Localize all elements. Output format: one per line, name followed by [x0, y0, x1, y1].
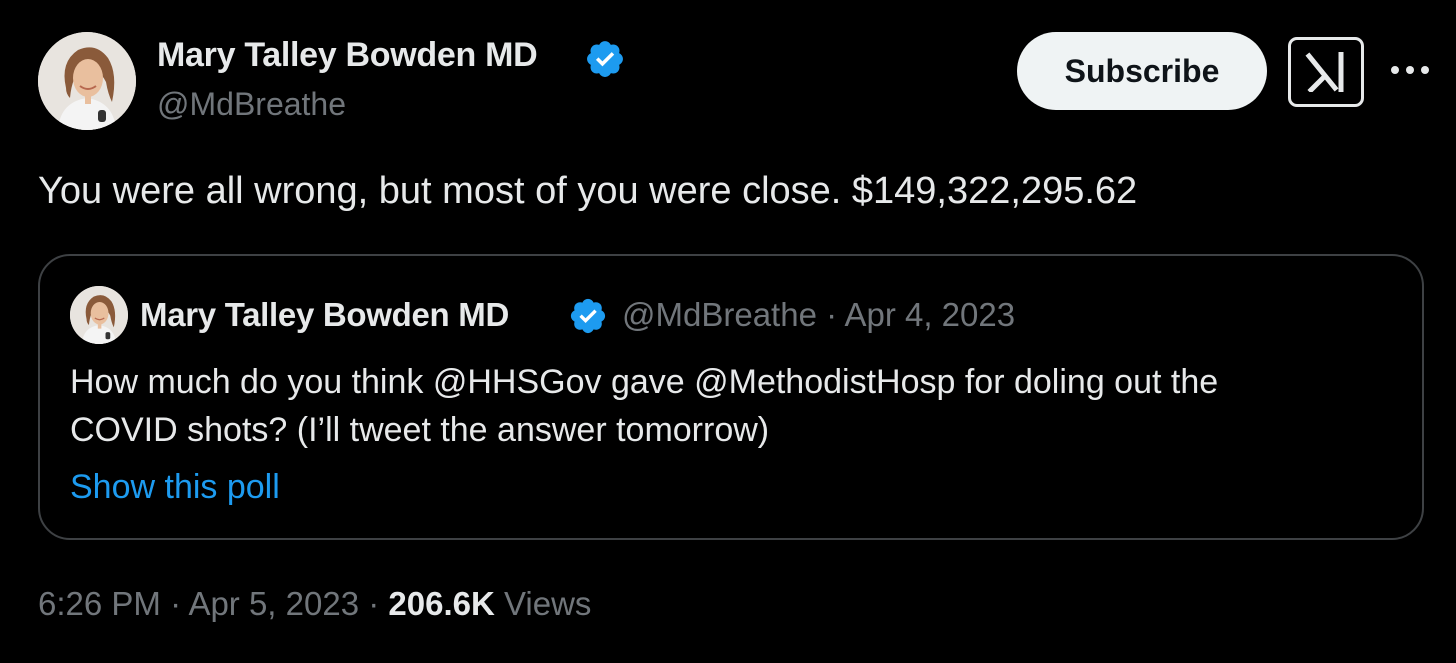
tweet-date[interactable]: Apr 5, 2023	[188, 585, 359, 622]
author-avatar[interactable]	[38, 32, 136, 130]
more-options-icon	[1391, 66, 1429, 74]
quoted-author-handle: @MdBreathe	[622, 296, 817, 333]
author-handle[interactable]: @MdBreathe	[157, 86, 346, 123]
subscribe-button[interactable]: Subscribe	[1017, 32, 1267, 110]
grok-icon	[1305, 52, 1344, 92]
quoted-text-line: How much do you think @HHSGov gave @Meth…	[70, 363, 1219, 401]
quoted-author-avatar	[70, 286, 128, 344]
meta-separator: ·	[170, 585, 182, 622]
verified-badge-icon[interactable]	[584, 38, 626, 80]
quoted-tweet-meta: @MdBreathe · Apr 4, 2023	[622, 296, 1015, 334]
author-name[interactable]: Mary Talley Bowden MD	[157, 36, 538, 75]
quoted-tweet-text: How much do you think @HHSGov gave @Meth…	[70, 358, 1390, 454]
avatar-photo	[70, 286, 128, 344]
show-poll-link[interactable]: Show this poll	[70, 468, 280, 507]
quoted-author-name: Mary Talley Bowden MD	[140, 296, 509, 333]
quoted-tweet-card[interactable]: Mary Talley Bowden MD @MdBreathe · Apr 4…	[38, 254, 1424, 540]
tweet-time[interactable]: 6:26 PM	[38, 585, 161, 622]
views-label: Views	[504, 585, 592, 622]
more-options-button[interactable]	[1384, 55, 1436, 85]
tweet-text: You were all wrong, but most of you were…	[38, 170, 1138, 212]
meta-separator: ·	[368, 585, 380, 622]
verified-badge-icon	[568, 296, 608, 336]
tweet-meta: 6:26 PM · Apr 5, 2023 · 206.6K Views	[38, 585, 591, 623]
grok-button[interactable]	[1288, 37, 1364, 107]
quoted-tweet-date: Apr 4, 2023	[844, 296, 1016, 333]
quoted-text-line: COVID shots? (I’ll tweet the answer tomo…	[70, 411, 770, 449]
meta-separator: ·	[826, 296, 838, 333]
avatar-photo	[38, 32, 136, 130]
views-count[interactable]: 206.6K	[388, 585, 494, 622]
